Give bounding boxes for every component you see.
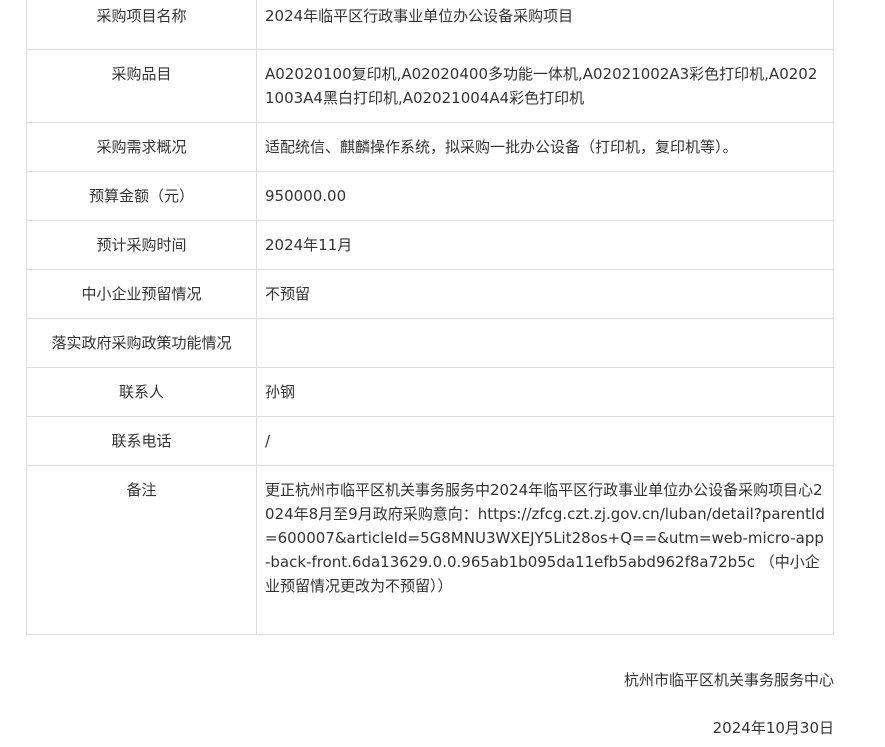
- row-label: 预算金额（元）: [26, 171, 257, 221]
- row-value: 2024年临平区行政事业单位办公设备采购项目: [256, 0, 834, 50]
- table-row-project-name: 采购项目名称 2024年临平区行政事业单位办公设备采购项目: [26, 0, 834, 50]
- row-value: A02020100复印机,A02020400多功能一体机,A02021002A3…: [256, 49, 834, 123]
- row-value: 2024年11月: [256, 220, 834, 270]
- table-row-expected-time: 预计采购时间 2024年11月: [26, 220, 834, 270]
- row-value: 不预留: [256, 269, 834, 319]
- table-row-contact-person: 联系人 孙钢: [26, 367, 834, 417]
- row-value: 孙钢: [256, 367, 834, 417]
- row-label: 联系人: [26, 367, 257, 417]
- table-row-contact-phone: 联系电话 /: [26, 416, 834, 466]
- row-value: 适配统信、麒麟操作系统，拟采购一批办公设备（打印机，复印机等）。: [256, 122, 834, 172]
- row-label: 采购需求概况: [26, 122, 257, 172]
- row-value: 950000.00: [256, 171, 834, 221]
- table-row-demand-overview: 采购需求概况 适配统信、麒麟操作系统，拟采购一批办公设备（打印机，复印机等）。: [26, 122, 834, 172]
- issuing-organization: 杭州市临平区机关事务服务中心: [623, 671, 834, 689]
- table-row-procurement-items: 采购品目 A02020100复印机,A02020400多功能一体机,A02021…: [26, 49, 834, 123]
- row-label: 联系电话: [26, 416, 257, 466]
- table-row-budget: 预算金额（元） 950000.00: [26, 171, 834, 221]
- row-label: 中小企业预留情况: [26, 269, 257, 319]
- row-value: 更正杭州市临平区机关事务服务中2024年临平区行政事业单位办公设备采购项目心20…: [256, 465, 834, 635]
- table-row-remarks: 备注 更正杭州市临平区机关事务服务中2024年临平区行政事业单位办公设备采购项目…: [26, 465, 834, 635]
- table-row-policy-function: 落实政府采购政策功能情况: [26, 318, 834, 368]
- row-label: 采购品目: [26, 49, 257, 123]
- row-label: 预计采购时间: [26, 220, 257, 270]
- procurement-intent-table: 采购项目名称 2024年临平区行政事业单位办公设备采购项目 采购品目 A0202…: [26, 0, 834, 635]
- row-label: 备注: [26, 465, 257, 635]
- table-row-sme-reservation: 中小企业预留情况 不预留: [26, 269, 834, 319]
- row-label: 采购项目名称: [26, 0, 257, 50]
- row-label: 落实政府采购政策功能情况: [26, 318, 257, 368]
- row-value: /: [256, 416, 834, 466]
- issue-date: 2024年10月30日: [712, 719, 834, 737]
- row-value: [256, 318, 834, 368]
